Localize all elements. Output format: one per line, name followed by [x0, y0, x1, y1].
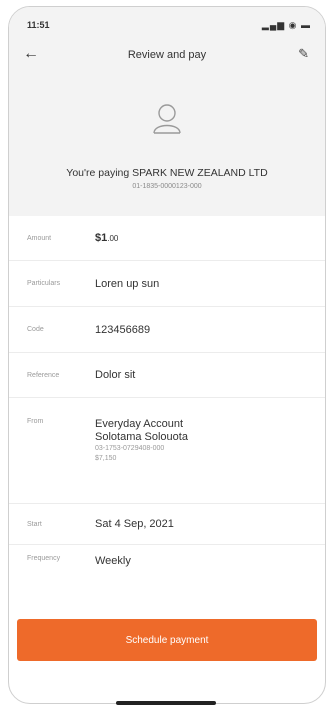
reference-value: Dolor sit	[95, 369, 136, 381]
amount-row: Amount $1.00	[9, 216, 325, 261]
particulars-label: Particulars	[27, 280, 61, 287]
nav-header: ← Review and pay ✎	[9, 41, 325, 77]
home-indicator[interactable]	[116, 701, 216, 705]
frequency-value: Weekly	[95, 555, 131, 567]
particulars-value: Loren up sun	[95, 277, 160, 290]
from-account-holder: Solotama Solouota	[95, 431, 188, 443]
user-avatar-icon	[153, 104, 181, 134]
from-account-name: Everyday Account	[95, 418, 184, 430]
reference-label: Reference	[27, 371, 60, 379]
amount-cents: .00	[107, 234, 119, 243]
particulars-row: Particulars Loren up sun	[9, 261, 325, 307]
from-account-row: From Everyday Account Solotama Solouota …	[9, 398, 325, 504]
amount-label: Amount	[27, 234, 52, 242]
payment-details: Amount $1.00 Particulars Loren up sun Co…	[9, 216, 325, 585]
from-label: From	[27, 418, 44, 425]
code-label: Code	[27, 326, 44, 333]
code-value: 123456689	[95, 323, 151, 336]
schedule-payment-button[interactable]: Schedule payment	[17, 619, 317, 661]
code-row: Code 123456689	[9, 307, 325, 353]
status-time: 11:51	[27, 20, 50, 30]
pencil-icon[interactable]: ✎	[298, 46, 309, 62]
frequency-row: Frequency Weekly	[9, 545, 325, 585]
amount-dollars: $1	[95, 232, 108, 244]
start-value: Sat 4 Sep, 2021	[95, 518, 174, 530]
payee-account-number: 01-1835-0000123-000	[132, 183, 202, 190]
review-header-section: 11:51 ▂▄▆ ◉ ▬ ← Review and pay ✎ You're …	[9, 7, 325, 216]
page-title: Review and pay	[127, 49, 207, 61]
phone-frame: 11:51 ▂▄▆ ◉ ▬ ← Review and pay ✎ You're …	[8, 6, 326, 704]
from-value: Everyday Account Solotama Solouota 03-17…	[95, 418, 188, 464]
from-account-number: 03-1753-0729408-000	[95, 445, 165, 452]
reference-row: Reference Dolor sit	[9, 353, 325, 398]
start-row: Start Sat 4 Sep, 2021	[9, 504, 325, 545]
from-account-balance: $7,150	[95, 455, 117, 462]
start-label: Start	[27, 520, 42, 528]
amount-value: $1.00	[95, 232, 118, 244]
status-icons: ▂▄▆ ◉ ▬	[261, 20, 311, 30]
frequency-label: Frequency	[27, 555, 61, 562]
status-bar: 11:51 ▂▄▆ ◉ ▬	[9, 7, 325, 41]
payee-name: You're paying SPARK NEW ZEALAND LTD	[66, 167, 268, 179]
